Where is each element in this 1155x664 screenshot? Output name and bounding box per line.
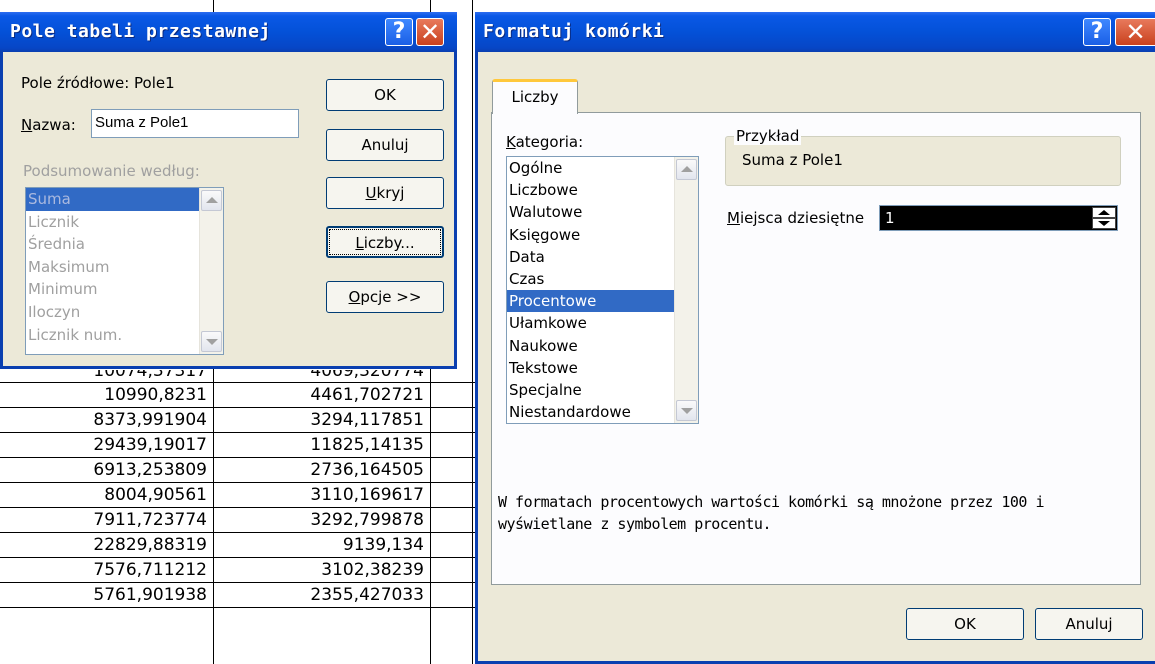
pivot-dialog-title: Pole tabeli przestawnej [10,21,271,42]
numbers-tab-panel: Kategoria: Ogólne Liczbowe Walutowe Księgow… [491,112,1141,585]
scroll-down-icon[interactable] [201,331,222,352]
decimal-places-value[interactable]: 1 [885,206,895,230]
name-input[interactable]: Suma z Pole1 [91,109,299,138]
cell-b[interactable]: 4461,702721 [214,383,430,407]
category-list-item[interactable]: Tekstowe [507,357,698,379]
category-list-item[interactable]: Księgowe [507,224,698,246]
format-dialog-title: Formatuj komórki [483,21,665,42]
ok-button[interactable]: OK [326,79,444,111]
category-list-item[interactable]: Ułamkowe [507,312,698,334]
sample-value: Suma z Pole1 [742,151,843,169]
name-label: Nazwa: [21,116,76,134]
cancel-button[interactable]: Anuluj [1035,608,1143,640]
cell-a[interactable]: 22829,88319 [0,533,213,557]
summary-label: Podsumowanie według: [23,162,200,180]
category-list-item[interactable]: Naukowe [507,335,698,357]
category-list-item[interactable]: Czas [507,268,698,290]
options-button[interactable]: Opcje >> [326,281,444,313]
close-icon[interactable]: ✕ [1115,18,1155,46]
summary-list-item[interactable]: Licznik [26,211,223,234]
summary-list-item[interactable]: Minimum [26,278,223,301]
cell-b[interactable]: 3102,38239 [214,558,430,582]
cell-b[interactable]: 3292,799878 [214,508,430,532]
summary-items: Suma Licznik Średnia Maksimum Minimum Iloczyn… [26,188,223,346]
category-scrollbar[interactable] [674,157,698,423]
decimal-places-stepper[interactable]: 1 [879,205,1118,231]
table-row[interactable]: 7911,723774 3292,799878 [0,508,480,533]
numbers-button[interactable]: Liczby... [326,226,444,258]
ok-button[interactable]: OK [906,608,1024,640]
pivot-dialog-titlebar[interactable]: Pole tabeli przestawnej ? ✕ [0,12,457,52]
table-row[interactable]: 10990,8231 4461,702721 [0,383,480,408]
cell-b[interactable]: 3294,117851 [214,408,430,432]
table-row[interactable]: 7576,711212 3102,38239 [0,558,480,583]
category-list[interactable]: Ogólne Liczbowe Walutowe Księgowe Data Czas Pr… [506,156,699,424]
cell-a[interactable]: 8004,90561 [0,483,213,507]
cancel-button[interactable]: Anuluj [326,129,444,161]
scroll-down-icon[interactable] [676,400,697,421]
spin-down-icon[interactable] [1092,218,1116,229]
category-list-item[interactable]: Data [507,246,698,268]
summary-function-list[interactable]: Suma Licznik Średnia Maksimum Minimum Iloczyn… [25,187,224,355]
help-icon[interactable]: ? [385,18,413,46]
table-row[interactable]: 29439,19017 11825,14135 [0,433,480,458]
table-row[interactable]: 6913,253809 2736,164505 [0,458,480,483]
table-row[interactable]: 10074,37317 4069,320774 [0,370,480,383]
table-row[interactable]: 8373,991904 3294,117851 [0,408,480,433]
format-dialog-titlebar[interactable]: Formatuj komórki ? ✕ [475,12,1155,52]
cell-a[interactable]: 8373,991904 [0,408,213,432]
cell-b[interactable]: 4069,320774 [214,370,430,382]
decimal-places-label: Miejsca dziesiętne [727,209,865,227]
summary-list-item[interactable]: Średnia [26,233,223,256]
category-list-item[interactable]: Liczbowe [507,179,698,201]
cell-b[interactable]: 9139,134 [214,533,430,557]
scroll-up-icon[interactable] [201,190,222,211]
category-list-item[interactable]: Specjalne [507,379,698,401]
cell-b[interactable]: 11825,14135 [214,433,430,457]
summary-scrollbar[interactable] [199,188,223,354]
scroll-up-icon[interactable] [676,159,697,180]
cell-b[interactable]: 2355,427033 [214,583,430,607]
category-list-item[interactable]: Ogólne [507,157,698,179]
hide-button[interactable]: Ukryj [326,177,444,209]
format-cells-dialog: Formatuj komórki ? ✕ Liczby Kategoria: O… [475,12,1155,664]
help-icon[interactable]: ? [1083,18,1111,46]
spin-up-icon[interactable] [1092,207,1116,218]
format-description: W formatach procentowych wartości komórk… [498,493,1044,533]
summary-list-item[interactable]: Maksimum [26,256,223,279]
category-label: Kategoria: [506,133,584,151]
category-list-item[interactable]: Niestandardowe [507,401,698,423]
category-items: Ogólne Liczbowe Walutowe Księgowe Data Czas Pr… [507,157,698,423]
tab-numbers[interactable]: Liczby [492,79,578,114]
table-row[interactable]: 22829,88319 9139,134 [0,533,480,558]
summary-list-item[interactable]: Licznik num. [26,324,223,347]
cell-b[interactable]: 3110,169617 [214,483,430,507]
cell-a[interactable]: 10990,8231 [0,383,213,407]
category-list-item[interactable]: Procentowe [507,290,698,313]
source-field-value: Pole1 [134,74,175,92]
cell-b[interactable]: 2736,164505 [214,458,430,482]
cell-a[interactable]: 7911,723774 [0,508,213,532]
source-field-label: Pole źródłowe: Pole1 [21,74,175,92]
category-list-item[interactable]: Walutowe [507,201,698,223]
summary-list-item[interactable]: Iloczyn [26,301,223,324]
cell-a[interactable]: 7576,711212 [0,558,213,582]
sample-title: Przykład [734,127,802,145]
cell-a[interactable]: 10074,37317 [0,370,213,382]
cell-a[interactable]: 6913,253809 [0,458,213,482]
pivot-field-dialog: Pole tabeli przestawnej ? ✕ Pole źródłow… [0,12,457,369]
close-icon[interactable]: ✕ [416,18,444,46]
table-row[interactable]: 8004,90561 3110,169617 [0,483,480,508]
table-row[interactable]: 5761,901938 2355,427033 [0,583,480,608]
sample-groupbox: Przykład Suma z Pole1 [725,127,1121,186]
cell-a[interactable]: 29439,19017 [0,433,213,457]
table-row [0,0,480,12]
cell-a[interactable]: 5761,901938 [0,583,213,607]
summary-list-item[interactable]: Suma [26,188,223,211]
